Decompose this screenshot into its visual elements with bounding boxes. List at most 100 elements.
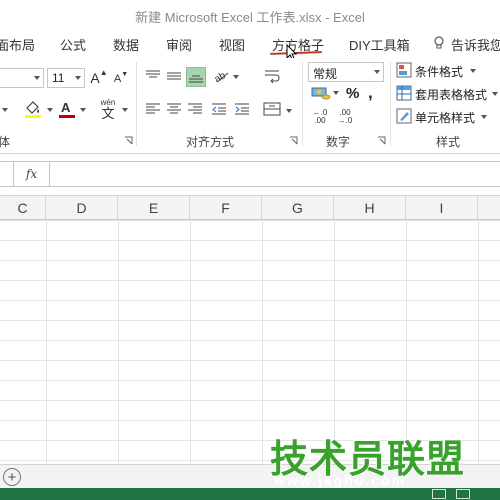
alignment-dialog-launcher-icon[interactable] [289, 136, 298, 145]
number-dialog-launcher-icon[interactable] [377, 136, 386, 145]
align-bottom-icon [189, 75, 203, 83]
tell-me-search[interactable]: 告诉我您 [451, 35, 500, 54]
column-header-c[interactable]: C [0, 196, 46, 220]
name-box[interactable] [0, 161, 14, 187]
paint-bucket-icon [25, 101, 41, 118]
tab-diy-toolbox[interactable]: DIY工具箱 [349, 35, 410, 54]
orientation-button[interactable]: ab [212, 66, 232, 86]
wrap-text-icon [265, 70, 280, 84]
percent-style-button[interactable]: % [346, 85, 359, 102]
wrap-text-button[interactable] [262, 66, 282, 86]
formula-bar: fx [0, 154, 500, 196]
font-name-combo[interactable] [0, 68, 44, 88]
align-left-button[interactable] [144, 100, 162, 118]
align-center-button[interactable] [165, 100, 183, 118]
align-middle-button[interactable] [165, 67, 183, 85]
border-dropdown-arrow[interactable] [2, 108, 8, 112]
insert-function-button[interactable]: fx [14, 161, 50, 187]
decrease-decimal-button[interactable]: .00 →.0 [335, 107, 355, 127]
format-as-table-dropdown-arrow[interactable] [492, 92, 498, 96]
tab-data[interactable]: 数据 [113, 35, 139, 54]
align-right-icon [188, 103, 202, 114]
group-separator [390, 62, 391, 146]
lightbulb-icon [434, 36, 444, 49]
font-color-dropdown-arrow[interactable] [80, 108, 86, 112]
column-headers: C D E F G H I [0, 196, 500, 220]
cell-styles-icon [396, 108, 412, 124]
shrink-font-button[interactable]: A ▼ [113, 70, 129, 88]
styles-group-label: 样式 [436, 135, 461, 149]
page-layout-view-icon[interactable] [456, 489, 470, 499]
column-gridline [190, 220, 191, 464]
alignment-group-label: 对齐方式 [186, 135, 235, 149]
grow-font-button[interactable]: A ▲ [90, 68, 108, 88]
title-bar: 新建 Microsoft Excel 工作表.xlsx - Excel [0, 0, 500, 30]
add-sheet-button[interactable]: + [3, 468, 21, 486]
align-top-button[interactable] [144, 67, 162, 85]
merge-dropdown-arrow[interactable] [286, 109, 292, 113]
decrease-indent-button[interactable] [210, 100, 228, 118]
accounting-dropdown-arrow[interactable] [333, 91, 339, 95]
merge-cells-icon [263, 102, 281, 116]
format-as-table-button[interactable]: 套用表格格式 [415, 86, 487, 103]
increase-indent-icon [235, 103, 249, 115]
cell-styles-button[interactable]: 单元格样式 [415, 109, 475, 126]
align-bottom-button[interactable] [186, 67, 206, 87]
phonetic-dropdown-arrow[interactable] [122, 108, 128, 112]
conditional-format-button[interactable]: 条件格式 [415, 63, 463, 80]
accounting-format-button[interactable] [310, 84, 332, 102]
merge-center-button[interactable] [262, 99, 282, 119]
font-dialog-launcher-icon[interactable] [124, 136, 133, 145]
tab-review[interactable]: 审阅 [166, 35, 192, 54]
formula-input[interactable] [50, 161, 500, 187]
fill-color-dropdown-arrow[interactable] [47, 108, 53, 112]
font-group-label: 体 [0, 135, 11, 149]
increase-decimal-bottom: .00 [314, 116, 326, 125]
column-header-f[interactable]: F [190, 196, 262, 220]
conditional-format-dropdown-arrow[interactable] [470, 69, 476, 73]
column-header-g[interactable]: G [262, 196, 334, 220]
cell-styles-dropdown-arrow[interactable] [481, 115, 487, 119]
comma-style-button[interactable]: , [368, 83, 373, 103]
orientation-dropdown-arrow[interactable] [233, 75, 239, 79]
fill-color-button[interactable] [22, 98, 44, 120]
table-format-icon [396, 85, 412, 101]
column-gridline [478, 220, 479, 464]
tab-formulas[interactable]: 公式 [60, 35, 86, 54]
tab-view[interactable]: 视图 [219, 35, 245, 54]
text-orientation-icon: ab [213, 70, 229, 85]
align-middle-icon [167, 72, 181, 80]
number-group-label: 数字 [326, 135, 351, 149]
money-icon [311, 87, 331, 100]
phonetic-char: 文 [101, 105, 115, 121]
decrease-decimal-bottom: →.0 [337, 116, 353, 125]
align-left-icon [146, 103, 160, 114]
align-top-icon [146, 70, 160, 78]
watermark: 技术员联盟 www.jsgho.com [270, 428, 470, 488]
watermark-url: www.jsgho.com [274, 472, 407, 488]
window-title: 新建 Microsoft Excel 工作表.xlsx - Excel [135, 10, 365, 25]
svg-text:A: A [61, 100, 71, 115]
ribbon-tabs: 面布局 公式 数据 审阅 视图 方方格子 DIY工具箱 告诉我您 [0, 30, 500, 58]
phonetic-button[interactable]: wén 文 [96, 96, 120, 122]
normal-view-icon[interactable] [432, 489, 446, 499]
conditional-format-icon [396, 62, 412, 78]
column-header-i[interactable]: I [406, 196, 478, 220]
column-header-d[interactable]: D [46, 196, 118, 220]
number-format-value: 常规 [313, 67, 338, 81]
column-gridline [262, 220, 263, 464]
tab-page-layout[interactable]: 面布局 [0, 35, 35, 54]
shrink-font-label: A [113, 73, 122, 85]
font-size-value: 11 [52, 71, 65, 85]
column-header-e[interactable]: E [118, 196, 190, 220]
increase-decimal-button[interactable]: ←.0 .00 [310, 107, 330, 127]
font-size-combo[interactable]: 11 [47, 68, 85, 88]
column-header-h[interactable]: H [334, 196, 406, 220]
grow-font-label: A [90, 70, 100, 86]
font-color-button[interactable]: A [57, 98, 77, 120]
increase-indent-button[interactable] [233, 100, 251, 118]
number-format-combo[interactable]: 常规 [308, 62, 384, 82]
svg-text:ab: ab [213, 70, 228, 85]
align-right-button[interactable] [186, 100, 204, 118]
group-separator [302, 62, 303, 146]
